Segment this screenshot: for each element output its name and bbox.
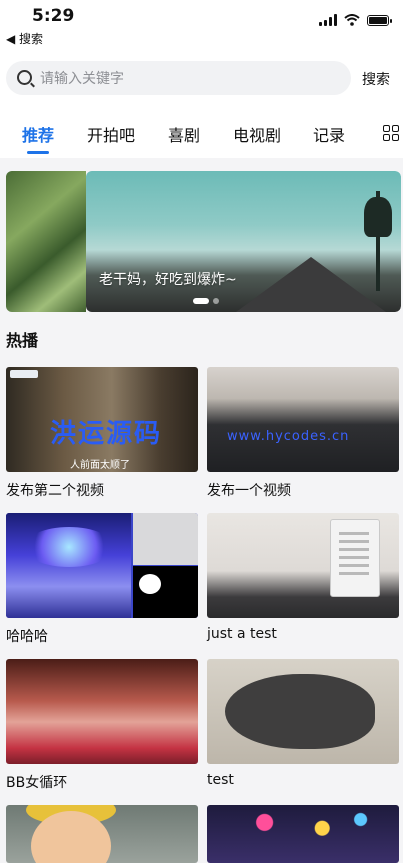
thumbnail-subtitle: 人前面太顺了 — [70, 460, 130, 471]
video-thumbnail[interactable] — [207, 513, 399, 618]
video-thumbnail[interactable] — [207, 805, 399, 863]
video-thumbnail[interactable]: www.hycodes.cn — [207, 367, 399, 472]
status-icons — [319, 14, 392, 26]
header-area: 5:29 ◀ 搜索 搜索 推荐 开拍吧 喜剧 电视剧 记录 — [0, 0, 403, 158]
banner-caption: 老干妈，好吃到爆炸~ — [99, 272, 237, 288]
carousel-indicator — [193, 298, 219, 304]
section-title: 热播 — [6, 331, 39, 350]
thumbnail-watermark: 洪运源码 — [50, 419, 163, 449]
video-card[interactable]: www.hycodes.cn 发布一个视频 — [207, 367, 399, 500]
tab-recommend[interactable]: 推荐 — [22, 122, 54, 146]
banner-slide-previous[interactable] — [6, 171, 86, 312]
cellular-signal-icon — [319, 14, 337, 26]
tab-start-shooting[interactable]: 开拍吧 — [87, 122, 135, 146]
banner-carousel[interactable]: 老干妈，好吃到爆炸~ — [6, 171, 401, 312]
all-categories-icon[interactable] — [383, 125, 399, 141]
wifi-icon — [344, 14, 360, 26]
search-row: 搜索 — [6, 61, 396, 95]
video-title: 发布一个视频 — [207, 483, 291, 499]
video-thumbnail[interactable] — [6, 805, 198, 863]
video-title: 哈哈哈 — [6, 629, 48, 645]
status-time: 5:29 — [32, 6, 75, 26]
search-input[interactable] — [38, 67, 342, 91]
video-title: 发布第二个视频 — [6, 483, 104, 499]
tab-tv-series[interactable]: 电视剧 — [233, 122, 281, 146]
tab-comedy[interactable]: 喜剧 — [168, 122, 200, 146]
active-tab-indicator — [27, 151, 49, 154]
heart-icon — [139, 574, 161, 594]
video-title: BB女循环 — [6, 775, 68, 791]
battery-icon — [367, 14, 392, 26]
back-to-search-link[interactable]: ◀ 搜索 — [6, 30, 43, 47]
cat-graphic — [225, 674, 375, 749]
video-card[interactable]: BB女循环 — [6, 659, 198, 792]
video-thumbnail[interactable]: 洪运源码 人前面太顺了 — [6, 367, 198, 472]
search-box[interactable] — [6, 61, 351, 95]
wall-heater-graphic — [330, 519, 380, 597]
video-card[interactable] — [6, 805, 198, 863]
video-thumbnail[interactable] — [6, 659, 198, 764]
carousel-dot-active[interactable] — [193, 298, 209, 304]
category-tabs: 推荐 开拍吧 喜剧 电视剧 记录 — [0, 115, 403, 158]
search-icon — [17, 70, 32, 85]
video-card[interactable] — [207, 805, 399, 863]
video-card[interactable]: just a test — [207, 513, 399, 642]
video-thumbnail[interactable] — [6, 513, 198, 618]
video-title: just a test — [207, 626, 277, 642]
tab-records[interactable]: 记录 — [313, 122, 345, 146]
thumbnail-watermark: www.hycodes.cn — [227, 429, 350, 444]
search-button[interactable]: 搜索 — [362, 69, 390, 89]
carousel-dot[interactable] — [213, 298, 219, 304]
banner-slide-current[interactable]: 老干妈，好吃到爆炸~ — [86, 171, 401, 312]
app-logo-icon — [10, 370, 38, 378]
wings-heart-graphic — [24, 527, 114, 567]
video-thumbnail[interactable] — [207, 659, 399, 764]
video-card[interactable]: test — [207, 659, 399, 788]
banner-image-tree — [364, 191, 392, 291]
video-card[interactable]: 洪运源码 人前面太顺了 发布第二个视频 — [6, 367, 198, 500]
video-title: test — [207, 772, 234, 788]
video-card[interactable]: 哈哈哈 — [6, 513, 198, 646]
status-bar: 5:29 ◀ 搜索 — [0, 0, 403, 48]
banner-image-road — [236, 257, 386, 312]
